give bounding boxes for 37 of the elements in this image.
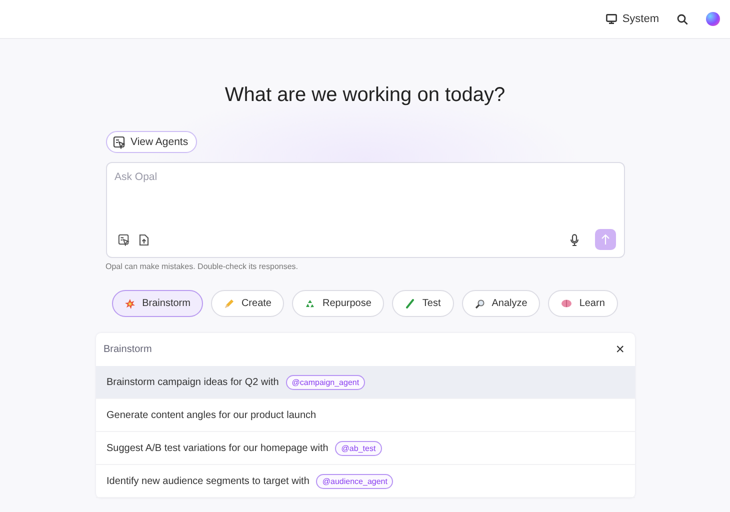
suggestion-item[interactable]: Brainstorm campaign ideas for Q2 with @campaign_agent <box>96 366 634 399</box>
category-chip[interactable]: Learn <box>548 290 618 317</box>
category-chip[interactable]: Analyze <box>462 290 540 317</box>
suggestion-item[interactable]: Generate content angles for our product launch <box>96 399 634 432</box>
microphone-icon[interactable] <box>570 234 578 246</box>
burst-icon <box>125 298 136 308</box>
suggestion-text: Brainstorm campaign ideas for Q2 with <box>106 376 279 388</box>
pencil-icon <box>224 298 234 308</box>
panel-title: Brainstorm <box>104 344 152 355</box>
agents-icon[interactable] <box>118 234 130 246</box>
disclaimer-text: Opal can make mistakes. Double-check its responses. <box>106 262 300 271</box>
file-upload-icon[interactable] <box>138 234 148 246</box>
agents-icon <box>112 136 126 148</box>
category-chip[interactable]: Test <box>392 290 454 317</box>
prompt-field[interactable]: Ask Opal <box>106 163 624 229</box>
page-title: What are we working on today? <box>224 84 506 107</box>
theme-button[interactable]: System <box>606 13 659 25</box>
view-agents-button[interactable]: View Agents <box>106 131 198 153</box>
search-icon[interactable] <box>677 14 688 24</box>
suggestion-text: Identify new audience segments to target with <box>106 476 310 486</box>
agent-tag: @audience_agent <box>316 474 394 488</box>
agent-tag: @ab_test <box>335 440 382 456</box>
suggestion-text: Generate content angles for our product launch <box>106 410 316 420</box>
arrow-up-icon <box>600 234 610 245</box>
category-chip[interactable]: Brainstorm <box>112 290 204 317</box>
avatar[interactable] <box>706 12 720 26</box>
close-button[interactable]: × <box>614 342 626 357</box>
category-chip[interactable]: Create <box>211 290 284 317</box>
suggestion-item[interactable]: Identify new audience segments to target with @audience_agent <box>96 465 634 498</box>
agent-tag: @campaign_agent <box>286 374 366 390</box>
suggestion-text: Suggest A/B test variations for our homepage with <box>106 442 328 454</box>
monitor-icon <box>606 14 618 24</box>
magnifier-icon <box>474 298 485 308</box>
category-chip[interactable]: Repurpose <box>292 290 384 317</box>
suggestion-item[interactable]: Suggest A/B test variations for our homepage with @ab_test <box>96 432 634 465</box>
brain-icon <box>561 299 572 308</box>
prompt-box[interactable]: Ask Opal <box>106 162 624 258</box>
